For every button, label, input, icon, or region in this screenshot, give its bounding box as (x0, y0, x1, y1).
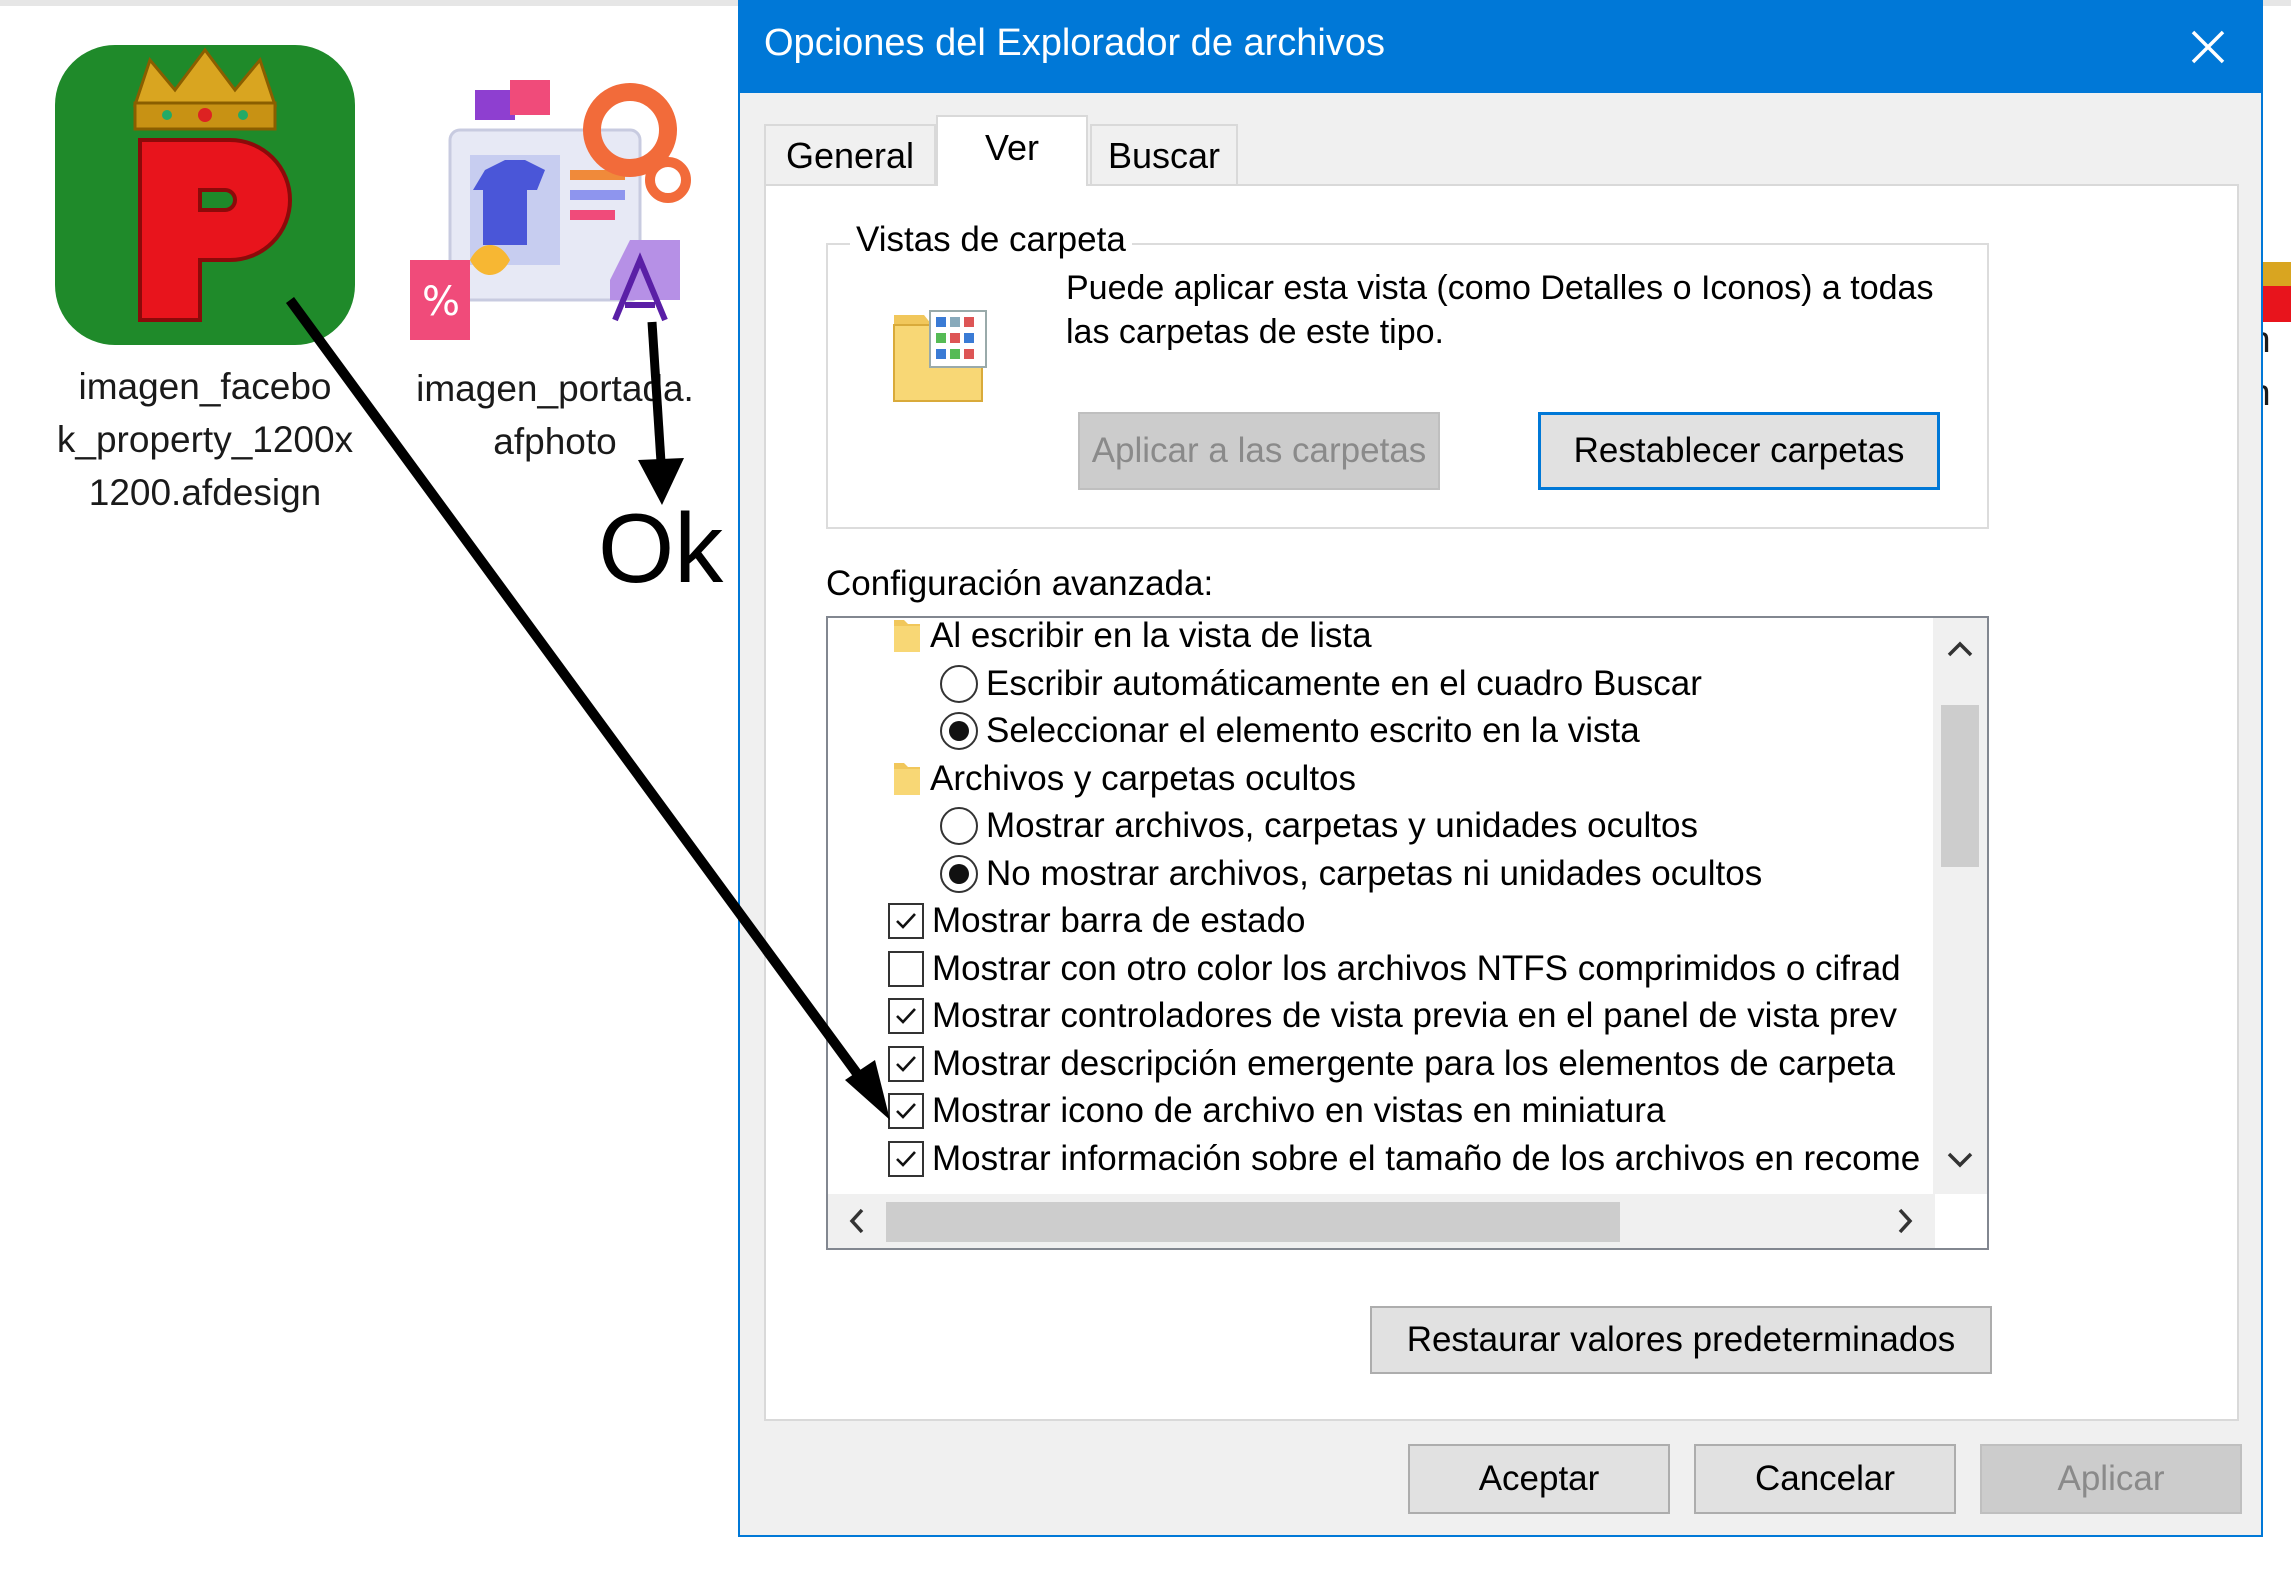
checkbox[interactable] (888, 998, 924, 1034)
vertical-scrollbar[interactable] (1933, 618, 1987, 1194)
folder-views-legend: Vistas de carpeta (850, 220, 1132, 260)
button-label: Restaurar valores predeterminados (1406, 1320, 1956, 1359)
ok-button[interactable]: Aceptar (1408, 1444, 1670, 1514)
radio-button[interactable] (940, 664, 978, 703)
folder-icon (894, 620, 920, 652)
ver-tab-panel: Vistas de carpeta Puede aplicar esta vis… (764, 184, 2239, 1421)
close-button[interactable] (2151, 2, 2261, 93)
file-name: imagen_facebo k_property_1200x 1200.afde… (56, 366, 354, 513)
tab-label: Ver (984, 127, 1040, 168)
setting-label: Mostrar controladores de vista previa en… (932, 996, 1897, 1035)
checkbox[interactable] (888, 1093, 924, 1129)
scroll-right-arrow-icon[interactable] (1878, 1194, 1932, 1248)
radio-button[interactable] (940, 712, 978, 750)
radio-button[interactable] (940, 807, 978, 845)
restore-defaults-button[interactable]: Restaurar valores predeterminados (1370, 1306, 1992, 1374)
scroll-up-arrow-icon[interactable] (1933, 622, 1987, 676)
setting-label: Seleccionar el elemento escrito en la vi… (986, 711, 1640, 750)
partial-crown-icon (2262, 262, 2291, 286)
setting-row[interactable]: Mostrar archivos, carpetas y unidades oc… (940, 802, 1698, 850)
svg-text:%: % (422, 279, 460, 325)
cancel-button[interactable]: Cancelar (1694, 1444, 1956, 1514)
afphoto-thumbnail-icon: % (410, 70, 700, 360)
setting-row: Al escribir en la vista de lista (892, 616, 1372, 660)
checkmark-icon (896, 1008, 916, 1024)
setting-label: Al escribir en la vista de lista (930, 616, 1372, 655)
checkmark-icon (896, 913, 916, 929)
setting-label: Escribir automáticamente en el cuadro Bu… (986, 663, 1702, 703)
setting-row[interactable]: Mostrar icono de archivo en vistas en mi… (888, 1087, 1665, 1135)
setting-label: Mostrar información sobre el tamaño de l… (932, 1138, 1921, 1178)
setting-row[interactable]: No mostrar archivos, carpetas ni unidade… (940, 850, 1762, 898)
setting-row[interactable]: Seleccionar el elemento escrito en la vi… (940, 707, 1640, 755)
advanced-settings-label: Configuración avanzada: (826, 564, 1214, 603)
setting-row[interactable]: Mostrar descripción emergente para los e… (888, 1040, 1895, 1088)
setting-row[interactable]: Mostrar controladores de vista previa en… (888, 992, 1897, 1040)
checkbox[interactable] (888, 950, 924, 987)
tab-label: General (785, 135, 915, 176)
radio-dot (949, 721, 969, 741)
dialog-titlebar[interactable]: Opciones del Explorador de archivos (740, 2, 2261, 93)
setting-label: Mostrar barra de estado (932, 901, 1306, 940)
horizontal-scroll-thumb[interactable] (886, 1202, 1620, 1242)
folder-view-icon (893, 310, 987, 402)
setting-label: Mostrar archivos, carpetas y unidades oc… (986, 806, 1698, 845)
checkbox[interactable] (888, 903, 924, 939)
file-name: imagen_portada. afphoto (416, 368, 694, 462)
tab-ver[interactable]: Ver (936, 115, 1088, 186)
dialog-title: Opciones del Explorador de archivos (764, 22, 1386, 64)
folder-options-dialog: Opciones del Explorador de archivos Gene… (738, 0, 2263, 1537)
advanced-settings-list[interactable]: Al escribir en la vista de lista Escribir… (826, 616, 1989, 1250)
button-label: Restablecer carpetas (1573, 431, 1905, 470)
folder-views-description: Puede aplicar esta vista (como Detalles … (1066, 269, 1934, 351)
checkmark-icon (896, 1103, 916, 1119)
setting-row[interactable]: Escribir automáticamente en el cuadro Bu… (940, 660, 1702, 708)
setting-row[interactable]: Mostrar con otro color los archivos NTFS… (888, 945, 1901, 993)
button-label: Aceptar (1478, 1459, 1600, 1498)
apply-button[interactable]: Aplicar (1980, 1444, 2242, 1514)
button-label: Cancelar (1754, 1459, 1896, 1498)
checkmark-icon (896, 1055, 916, 1072)
horizontal-scrollbar[interactable] (828, 1194, 1935, 1248)
file-item-afphoto[interactable]: % imagen_portada. afphoto (400, 70, 710, 470)
afdesign-thumbnail-icon (55, 45, 355, 345)
folder-icon (894, 762, 920, 795)
scroll-down-arrow-icon[interactable] (1933, 1133, 1987, 1187)
tab-buscar[interactable]: Buscar (1090, 124, 1238, 186)
setting-row[interactable]: Mostrar barra de estado (888, 897, 1306, 945)
checkbox[interactable] (888, 1140, 924, 1177)
close-icon (2191, 30, 2225, 64)
checkmark-icon (896, 1150, 916, 1167)
file-item-afdesign[interactable]: imagen_facebo k_property_1200x 1200.afde… (40, 45, 370, 515)
button-label: Aplicar (2057, 1459, 2165, 1498)
tab-general[interactable]: General (764, 124, 936, 186)
setting-label: Archivos y carpetas ocultos (930, 758, 1357, 798)
vertical-scroll-thumb[interactable] (1941, 705, 1979, 867)
reset-folders-button[interactable]: Restablecer carpetas (1538, 412, 1940, 490)
scroll-left-arrow-icon[interactable] (830, 1194, 884, 1248)
setting-label: No mostrar archivos, carpetas ni unidade… (986, 853, 1763, 893)
setting-label: Mostrar con otro color los archivos NTFS… (932, 948, 1901, 988)
setting-label: Mostrar descripción emergente para los e… (932, 1043, 1895, 1083)
ok-annotation-text: Ok (598, 493, 724, 603)
checkbox[interactable] (888, 1045, 924, 1082)
apply-to-folders-button[interactable]: Aplicar a las carpetas (1078, 412, 1440, 490)
radio-button[interactable] (940, 854, 978, 893)
radio-dot (949, 863, 969, 884)
setting-row[interactable]: Mostrar información sobre el tamaño de l… (888, 1135, 1920, 1183)
setting-label: Mostrar icono de archivo en vistas en mi… (932, 1091, 1666, 1130)
tab-label: Buscar (1107, 135, 1221, 176)
setting-row: Archivos y carpetas ocultos (892, 755, 1356, 803)
button-label: Aplicar a las carpetas (1091, 431, 1427, 470)
